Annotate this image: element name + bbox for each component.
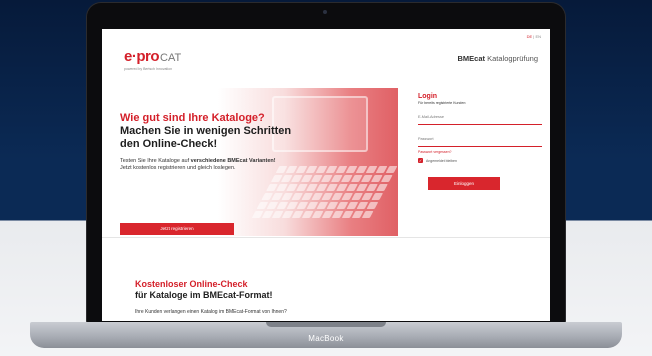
login-title: Login (418, 93, 438, 100)
section2-body: Ihre Kunden verlangen einen Katalog im B… (135, 309, 287, 315)
hero-section: Wie gut sind Ihre Kataloge? Machen Sie i… (102, 88, 398, 236)
hero-text: Wie gut sind Ihre Kataloge? Machen Sie i… (120, 112, 350, 172)
hero-headline-line3: den Online-Check! (120, 138, 218, 150)
brand-title-rest: Katalogprüfung (485, 54, 538, 63)
camera-icon (323, 10, 327, 14)
logo-main-text: e·pro (124, 48, 160, 65)
online-check-section: Kostenloser Online-Check für Kataloge im… (135, 279, 515, 315)
password-field[interactable]: Passwort (418, 137, 542, 147)
login-panel: Login Für bereits registrierte Kunden: E… (418, 93, 542, 190)
hero-body-pre: Testen Sie Ihre Kataloge auf (120, 158, 191, 164)
hero-headline-line2: Machen Sie in wenigen Schritten (120, 125, 292, 137)
base-notch (266, 322, 386, 327)
section-divider (102, 237, 550, 238)
login-button[interactable]: Einloggen (428, 177, 500, 190)
login-subtitle: Für bereits registrierte Kunden: (418, 101, 467, 105)
section2-headline-black: für Kataloge im BMEcat-Format! (135, 290, 273, 300)
hero-headline-red: Wie gut sind Ihre Kataloge? (120, 112, 265, 124)
email-field[interactable]: E-Mail-Adresse (418, 115, 542, 125)
keyboard-shape (249, 166, 398, 224)
forgot-password-link[interactable]: Passwort vergessen? (418, 150, 542, 154)
brand-title-bold: BMEcat (457, 54, 486, 63)
macbook-label: MacBook (308, 334, 344, 343)
laptop-lid: DE | EN e·proCAT powered by Bertsch Inno… (87, 3, 565, 325)
lang-de-link[interactable]: DE (527, 34, 533, 39)
logo-tagline: powered by Bertsch Innovation (124, 67, 173, 71)
remember-checkbox[interactable]: ✓ (418, 158, 423, 163)
email-placeholder: E-Mail-Adresse (418, 115, 444, 119)
password-placeholder: Passwort (418, 137, 434, 141)
logo-cat-text: CAT (160, 52, 182, 64)
hero-body-bold: verschiedene BMEcat Varianten! (190, 158, 276, 164)
section2-headline-red: Kostenloser Online-Check (135, 279, 248, 289)
remember-me[interactable]: ✓ Angemeldet bleiben (418, 158, 542, 163)
language-switch: DE | EN (527, 34, 541, 39)
remember-label: Angemeldet bleiben (426, 158, 457, 163)
hero-body: Testen Sie Ihre Kataloge auf verschieden… (120, 158, 350, 172)
laptop-base: MacBook (30, 322, 622, 348)
register-button[interactable]: Jetzt registrieren (120, 223, 234, 235)
hero-body-line2: Jetzt kostenlos registrieren und gleich … (120, 165, 236, 171)
brand-title: BMEcat Katalogprüfung (458, 54, 538, 63)
site-logo[interactable]: e·proCAT powered by Bertsch Innovation (124, 48, 181, 71)
lang-en-link[interactable]: EN (535, 34, 541, 39)
laptop-screen: DE | EN e·proCAT powered by Bertsch Inno… (102, 29, 550, 321)
